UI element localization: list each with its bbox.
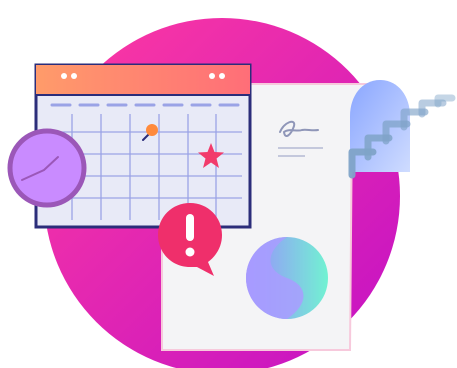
calendar-dot	[219, 73, 225, 79]
illustration-canvas	[7, 18, 456, 368]
scheduling-illustration	[0, 0, 457, 368]
calendar-dot	[209, 73, 215, 79]
alert-exclamation	[186, 214, 194, 241]
calendar-dot	[61, 73, 67, 79]
calendar-dot	[71, 73, 77, 79]
clock-icon	[7, 128, 87, 208]
alert-exclamation-dot	[185, 247, 195, 257]
seal-icon	[246, 237, 328, 319]
